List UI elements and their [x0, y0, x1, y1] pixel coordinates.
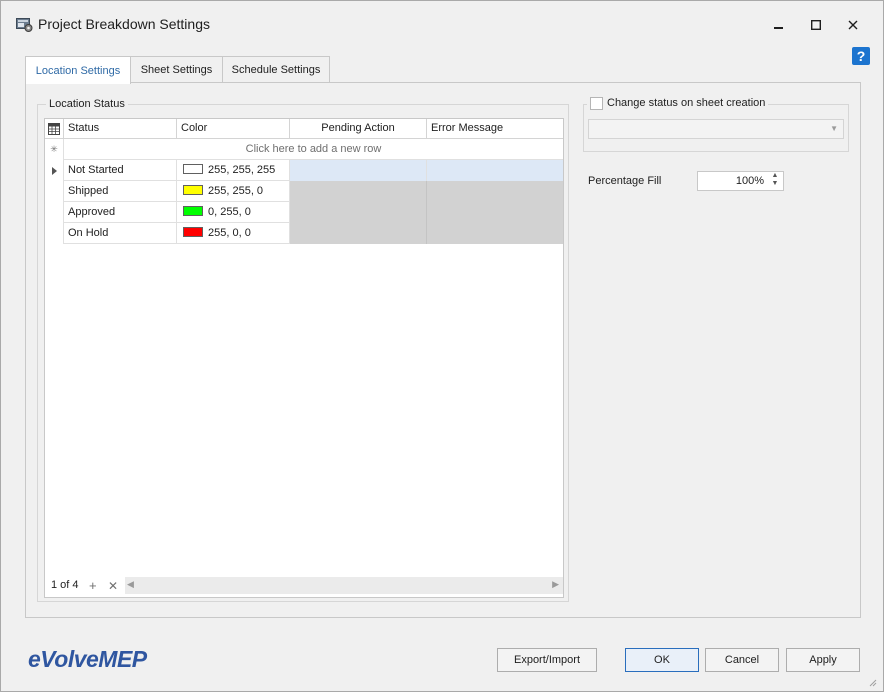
change-status-label: Change status on sheet creation — [607, 97, 766, 109]
maximize-icon — [811, 20, 821, 30]
row-indicator — [45, 223, 64, 244]
cell-pending-action — [290, 202, 427, 223]
evolvemep-logo: eVolveMEP — [28, 646, 147, 673]
resize-grip-icon[interactable] — [867, 677, 877, 687]
percentage-fill-value[interactable]: 100% — [736, 175, 764, 187]
cell-error-message[interactable] — [427, 160, 563, 181]
help-icon[interactable]: ? — [852, 47, 870, 65]
minimize-icon — [774, 27, 783, 29]
new-row-prompt[interactable]: Click here to add a new row — [64, 139, 563, 160]
maximize-button[interactable] — [798, 11, 834, 39]
tab-schedule-settings[interactable]: Schedule Settings — [222, 56, 330, 83]
column-chooser-icon — [48, 123, 60, 135]
minimize-button[interactable] — [761, 11, 797, 39]
sheet-creation-group-label: Change status on sheet creation — [587, 97, 769, 109]
close-icon — [848, 20, 858, 30]
location-status-grid[interactable]: Status Color Pending Action Error Messag… — [44, 118, 564, 598]
cell-status[interactable]: Approved — [64, 202, 177, 223]
app-settings-icon — [16, 18, 33, 32]
column-header-status[interactable]: Status — [64, 119, 177, 139]
ok-button[interactable]: OK — [625, 648, 699, 672]
color-swatch — [183, 227, 203, 237]
color-swatch — [183, 185, 203, 195]
location-status-label: Location Status — [46, 98, 128, 110]
color-swatch — [183, 206, 203, 216]
cell-color[interactable]: 255, 255, 0 — [177, 181, 290, 202]
cell-status[interactable]: Shipped — [64, 181, 177, 202]
color-value: 255, 255, 0 — [208, 185, 264, 197]
cell-color[interactable]: 255, 255, 255 — [177, 160, 290, 181]
tab-sheet-settings[interactable]: Sheet Settings — [130, 56, 223, 83]
column-header-pending-action[interactable]: Pending Action — [290, 119, 427, 139]
plus-icon: + — [89, 578, 97, 593]
new-item-row[interactable]: ✳ Click here to add a new row — [45, 139, 563, 160]
dialog-window: Project Breakdown Settings ? Location Se… — [0, 0, 884, 692]
add-record-button[interactable]: + — [89, 578, 97, 593]
color-value: 0, 255, 0 — [208, 206, 251, 218]
new-row-asterisk-icon: ✳ — [45, 139, 64, 160]
scroll-right-icon[interactable]: ▶ — [552, 579, 559, 590]
table-row[interactable]: Approved 0, 255, 0 — [45, 202, 563, 223]
column-chooser-button[interactable] — [45, 119, 64, 139]
cell-error-message — [427, 223, 563, 244]
cell-status[interactable]: On Hold — [64, 223, 177, 244]
grid-navigator: 1 of 4 + ✕ ◀ ▶ — [45, 576, 563, 596]
table-row[interactable]: Not Started 255, 255, 255 — [45, 160, 563, 181]
row-focus-arrow-icon — [45, 160, 64, 181]
close-button[interactable] — [835, 11, 871, 39]
cell-pending-action — [290, 181, 427, 202]
apply-button[interactable]: Apply — [786, 648, 860, 672]
horizontal-scrollbar[interactable]: ◀ ▶ — [125, 577, 563, 594]
spin-down-icon[interactable]: ▼ — [769, 180, 781, 188]
status-on-creation-combo: ▼ — [588, 119, 844, 139]
scroll-left-icon[interactable]: ◀ — [127, 579, 134, 590]
window-title: Project Breakdown Settings — [38, 16, 210, 32]
percentage-fill-spinner[interactable]: 100% ▲ ▼ — [697, 171, 784, 191]
remove-icon: ✕ — [108, 579, 119, 593]
logo-prefix: e — [28, 646, 41, 672]
cell-color[interactable]: 0, 255, 0 — [177, 202, 290, 223]
change-status-checkbox[interactable] — [590, 97, 603, 110]
title-bar[interactable]: Project Breakdown Settings — [1, 1, 883, 45]
cell-error-message — [427, 181, 563, 202]
cell-error-message — [427, 202, 563, 223]
remove-record-button[interactable]: ✕ — [108, 579, 118, 593]
logo-rest: VolveMEP — [40, 646, 147, 672]
row-indicator — [45, 181, 64, 202]
chevron-down-icon: ▼ — [830, 124, 838, 133]
spin-up-icon[interactable]: ▲ — [769, 172, 781, 180]
row-indicator — [45, 202, 64, 223]
cell-status[interactable]: Not Started — [64, 160, 177, 181]
export-import-button[interactable]: Export/Import — [497, 648, 597, 672]
cell-pending-action — [290, 223, 427, 244]
grid-header: Status Color Pending Action Error Messag… — [45, 119, 563, 139]
color-value: 255, 255, 255 — [208, 164, 276, 176]
record-counter: 1 of 4 — [51, 579, 79, 591]
color-value: 255, 0, 0 — [208, 227, 251, 239]
cell-pending-action[interactable] — [290, 160, 427, 181]
cancel-button[interactable]: Cancel — [705, 648, 779, 672]
spinner-arrows[interactable]: ▲ ▼ — [769, 172, 781, 190]
tab-location-settings[interactable]: Location Settings — [25, 56, 131, 84]
cell-color[interactable]: 255, 0, 0 — [177, 223, 290, 244]
table-row[interactable]: On Hold 255, 0, 0 — [45, 223, 563, 244]
color-swatch — [183, 164, 203, 174]
percentage-fill-label: Percentage Fill — [588, 175, 662, 187]
table-row[interactable]: Shipped 255, 255, 0 — [45, 181, 563, 202]
column-header-error-message[interactable]: Error Message — [427, 119, 563, 139]
column-header-color[interactable]: Color — [177, 119, 290, 139]
